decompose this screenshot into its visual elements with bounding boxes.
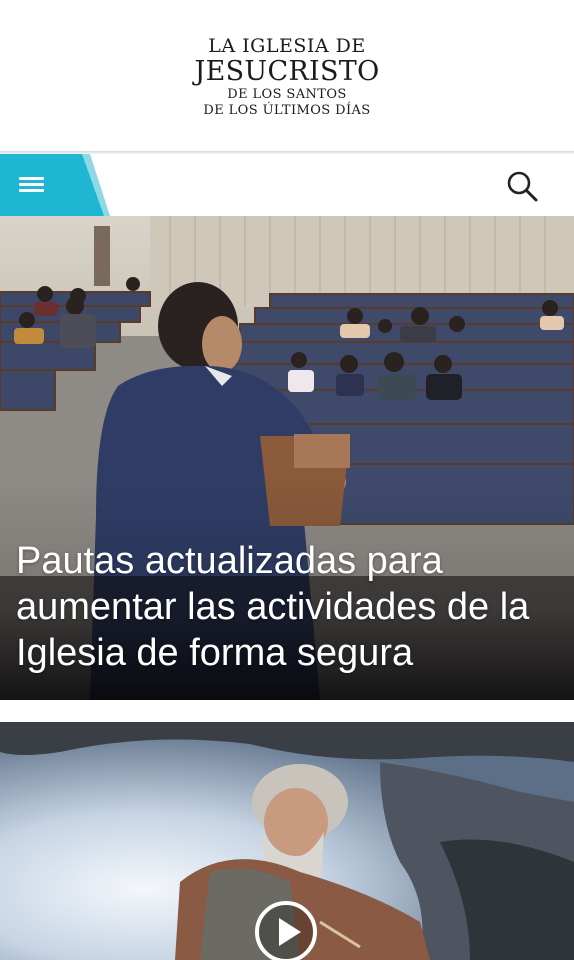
hero-article-title[interactable]: Pautas actualizadas para aumentar las ac… [16, 538, 564, 676]
play-video-button[interactable] [254, 900, 318, 960]
church-logo[interactable]: LA IGLESIA DE JESUCRISTO DE LOS SANTOS D… [194, 34, 380, 118]
logo-line-3: DE LOS SANTOS [227, 86, 347, 102]
hamburger-menu-icon [19, 177, 44, 193]
menu-button-background [0, 154, 110, 216]
site-header: LA IGLESIA DE JESUCRISTO DE LOS SANTOS D… [0, 0, 574, 153]
logo-line-2: JESUCRISTO [194, 55, 380, 87]
logo-line-1: LA IGLESIA DE [208, 34, 366, 57]
search-button[interactable] [502, 166, 542, 206]
hero-article-card[interactable]: Pautas actualizadas para aumentar las ac… [0, 216, 574, 700]
search-icon [507, 171, 538, 202]
nav-bar [0, 154, 574, 216]
logo-line-4: DE LOS ÚLTIMOS DÍAS [203, 102, 371, 118]
play-icon [255, 901, 317, 960]
menu-button[interactable] [0, 154, 110, 216]
